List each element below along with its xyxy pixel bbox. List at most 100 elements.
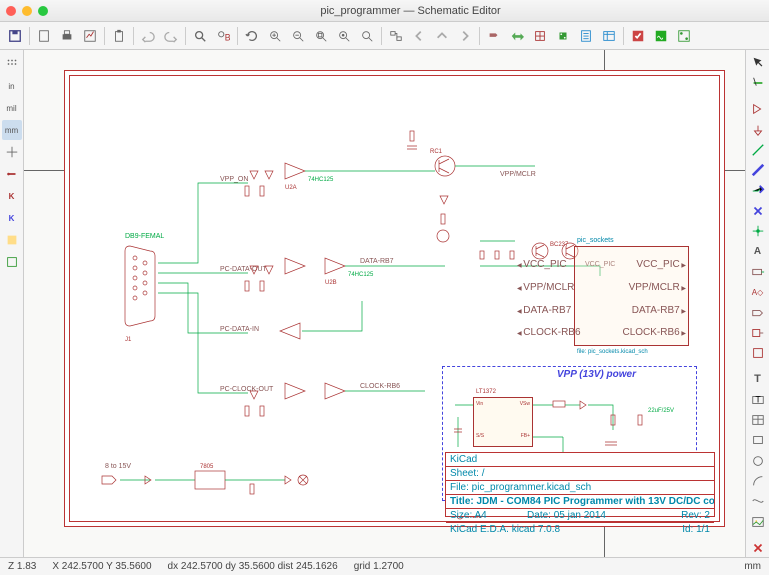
zoom-in-button[interactable] — [264, 25, 286, 47]
image-button[interactable] — [748, 513, 768, 531]
paste-button[interactable] — [108, 25, 130, 47]
svg-text:74HC125: 74HC125 — [348, 272, 374, 278]
place-wire-button[interactable] — [748, 141, 768, 159]
erc-button[interactable] — [627, 25, 649, 47]
global-label-button[interactable]: A◇ — [748, 283, 768, 301]
netclass-button[interactable] — [748, 263, 768, 281]
status-units: mm — [744, 561, 761, 572]
switch-button[interactable] — [483, 25, 505, 47]
place-power-button[interactable] — [748, 121, 768, 139]
svg-text:22uF/25V: 22uF/25V — [648, 408, 674, 414]
svg-text:U2B: U2B — [325, 280, 337, 286]
browse-symbols-button[interactable] — [529, 25, 551, 47]
bus-entry-button[interactable] — [748, 182, 768, 200]
status-xy: X 242.5700 Y 35.5600 — [52, 561, 151, 572]
svg-text:PC-DATA-IN: PC-DATA-IN — [220, 326, 259, 333]
arc-button[interactable] — [748, 472, 768, 490]
traffic-lights — [6, 6, 48, 16]
hier-label-button[interactable] — [748, 304, 768, 322]
zoom-out-button[interactable] — [287, 25, 309, 47]
symbol-editor-button[interactable] — [506, 25, 528, 47]
svg-text:T: T — [755, 394, 761, 404]
table-button[interactable] — [748, 411, 768, 429]
cursor-button[interactable] — [2, 142, 22, 162]
titleblock: KiCad Sheet: / File: pic_programmer.kica… — [445, 452, 715, 517]
nav-back-button[interactable] — [408, 25, 430, 47]
main-toolbar: B — [0, 22, 769, 50]
bom-button[interactable] — [575, 25, 597, 47]
label-button[interactable]: A — [748, 243, 768, 261]
sheet-pin-button[interactable] — [748, 324, 768, 342]
delete-button[interactable] — [748, 539, 768, 557]
sheet-border: DB9-FEMAL J1 VPP_ON PC-DATA-OUT PC-DATA-… — [64, 70, 725, 527]
right-toolbar: A A◇ T T — [745, 50, 769, 557]
sheet-button[interactable] — [748, 344, 768, 362]
redo-button[interactable] — [160, 25, 182, 47]
svg-text:B: B — [225, 32, 230, 42]
text-button[interactable]: T — [748, 370, 768, 388]
schematic-canvas[interactable]: DB9-FEMAL J1 VPP_ON PC-DATA-OUT PC-DATA-… — [24, 50, 745, 557]
grid-toggle-button[interactable] — [2, 54, 22, 74]
pcb-button[interactable] — [673, 25, 695, 47]
svg-text:VPP_ON: VPP_ON — [220, 176, 248, 183]
navigate-button[interactable] — [385, 25, 407, 47]
select-tool-button[interactable] — [748, 54, 768, 72]
textbox-button[interactable]: T — [748, 391, 768, 409]
nav-up-button[interactable] — [431, 25, 453, 47]
k2-button[interactable]: K — [2, 208, 22, 228]
junction-button[interactable] — [748, 222, 768, 240]
zoom-objects-button[interactable] — [333, 25, 355, 47]
line-button[interactable] — [748, 492, 768, 510]
save-button[interactable] — [4, 25, 26, 47]
svg-text:8 to 15V: 8 to 15V — [105, 463, 131, 470]
no-connect-button[interactable] — [748, 202, 768, 220]
sheet-setup-button[interactable] — [33, 25, 55, 47]
svg-text:7805: 7805 — [200, 464, 214, 470]
nav-fwd-button[interactable] — [454, 25, 476, 47]
footprint-button[interactable] — [552, 25, 574, 47]
status-dxy: dx 242.5700 dy 35.5600 dist 245.1626 — [168, 561, 338, 572]
svg-text:PC-CLOCK-OUT: PC-CLOCK-OUT — [220, 386, 274, 393]
svg-text:J1: J1 — [125, 337, 132, 343]
hidden-pins-button[interactable] — [2, 164, 22, 184]
plot-button[interactable] — [79, 25, 101, 47]
minimize-icon[interactable] — [22, 6, 32, 16]
units-in-button[interactable]: in — [2, 76, 22, 96]
replace-button[interactable]: B — [212, 25, 234, 47]
zoom-selection-button[interactable] — [356, 25, 378, 47]
circle-button[interactable] — [748, 452, 768, 470]
e-button[interactable] — [2, 230, 22, 250]
close-icon[interactable] — [6, 6, 16, 16]
svg-text:PC-DATA-OUT: PC-DATA-OUT — [220, 266, 268, 273]
print-button[interactable] — [56, 25, 78, 47]
titlebar: pic_programmer — Schematic Editor — [0, 0, 769, 22]
units-mil-button[interactable]: mil — [2, 98, 22, 118]
zoom-fit-button[interactable] — [310, 25, 332, 47]
place-symbol-button[interactable] — [748, 100, 768, 118]
undo-button[interactable] — [137, 25, 159, 47]
status-grid: grid 1.2700 — [354, 561, 404, 572]
find-button[interactable] — [189, 25, 211, 47]
svg-text:DB9-FEMAL: DB9-FEMAL — [125, 233, 164, 240]
maximize-icon[interactable] — [38, 6, 48, 16]
svg-text:VPP/MCLR: VPP/MCLR — [500, 171, 536, 178]
hier-sheet[interactable]: pic_sockets ◀ VCC_PIC VCC_PIC ▶ ◀ VPP/MC… — [574, 246, 689, 346]
o-button[interactable] — [2, 252, 22, 272]
window-title: pic_programmer — Schematic Editor — [58, 5, 763, 17]
rect-button[interactable] — [748, 431, 768, 449]
fields-button[interactable] — [598, 25, 620, 47]
svg-text:DATA-RB7: DATA-RB7 — [360, 258, 394, 265]
svg-text:CLOCK-RB6: CLOCK-RB6 — [360, 383, 400, 390]
status-zoom: Z 1.83 — [8, 561, 36, 572]
svg-text:RC1: RC1 — [430, 149, 443, 155]
left-toolbar: in mil mm K K — [0, 50, 24, 557]
svg-text:74HC125: 74HC125 — [308, 177, 334, 183]
place-bus-button[interactable] — [748, 161, 768, 179]
statusbar: Z 1.83 X 242.5700 Y 35.5600 dx 242.5700 … — [0, 557, 769, 575]
sim-button[interactable] — [650, 25, 672, 47]
highlight-tool-button[interactable] — [748, 74, 768, 92]
k1-button[interactable]: K — [2, 186, 22, 206]
refresh-button[interactable] — [241, 25, 263, 47]
svg-text:U2A: U2A — [285, 185, 297, 191]
units-mm-button[interactable]: mm — [2, 120, 22, 140]
